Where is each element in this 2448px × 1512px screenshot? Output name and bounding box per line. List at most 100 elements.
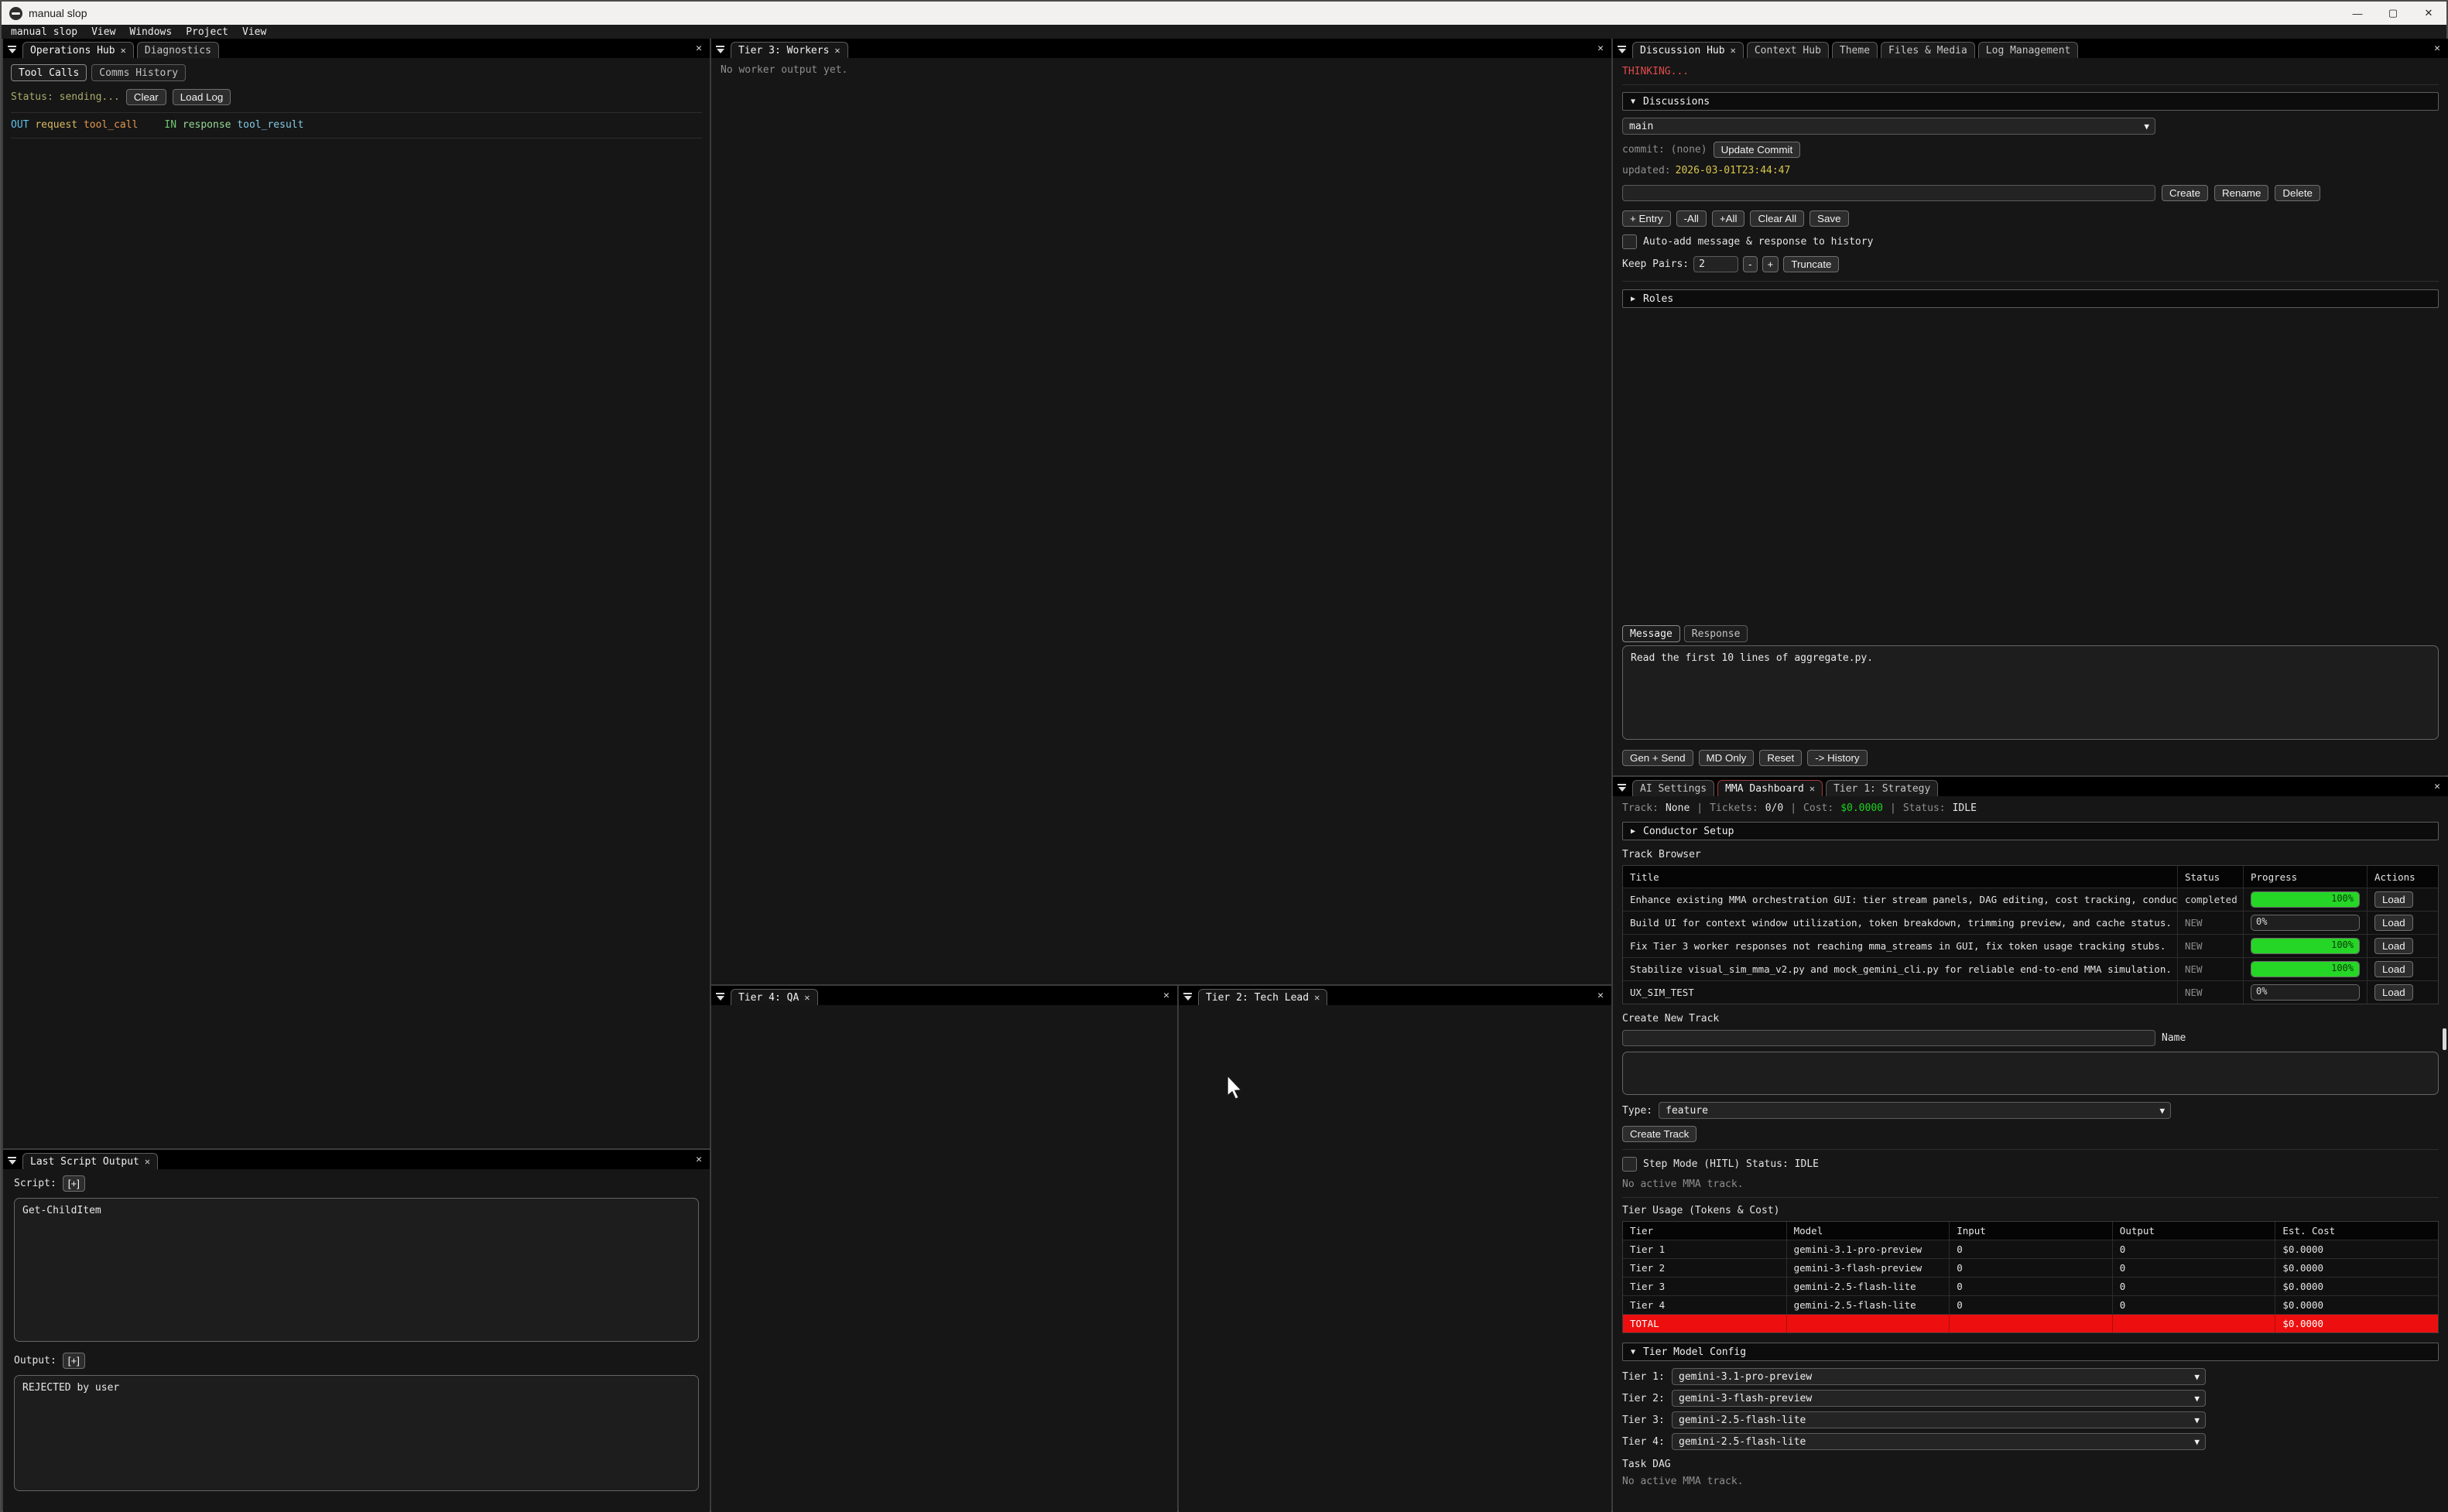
- discussion-name-input[interactable]: [1622, 185, 2155, 201]
- menu-view[interactable]: View: [91, 26, 115, 38]
- dock-menu-icon[interactable]: [716, 46, 724, 53]
- to-history-button[interactable]: -> History: [1807, 750, 1867, 766]
- track-title: Stabilize visual_sim_mma_v2.py and mock_…: [1623, 960, 2177, 978]
- roles-section-header[interactable]: ▶ Roles: [1622, 289, 2439, 308]
- track-description-textarea[interactable]: [1622, 1052, 2439, 1095]
- reset-button[interactable]: Reset: [1759, 750, 1802, 766]
- menu-windows[interactable]: Windows: [129, 26, 172, 38]
- clear-all-button[interactable]: Clear All: [1750, 210, 1804, 227]
- tier-model-config-header[interactable]: ▼ Tier Model Config: [1622, 1343, 2439, 1361]
- dock-menu-icon[interactable]: [8, 46, 16, 53]
- panel-close-icon[interactable]: ✕: [1594, 990, 1607, 1001]
- minimize-button[interactable]: —: [2340, 2, 2375, 25]
- dock-menu-icon[interactable]: [8, 1157, 16, 1165]
- tab-ai-settings[interactable]: AI Settings: [1632, 780, 1714, 796]
- tab-close-icon[interactable]: ✕: [1314, 992, 1320, 1003]
- load-track-button[interactable]: Load: [2374, 915, 2413, 931]
- output-expand-button[interactable]: [+]: [63, 1353, 85, 1369]
- tab-tier4-qa[interactable]: Tier 4: QA ✕: [731, 989, 818, 1005]
- tab-close-icon[interactable]: ✕: [834, 45, 840, 56]
- track-progress: 0%: [2243, 981, 2367, 1004]
- tier-usage-table: Tier Model Input Output Est. Cost Tier 1…: [1622, 1221, 2439, 1333]
- tier1-model-select[interactable]: gemini-3.1-pro-preview ▼: [1672, 1368, 2206, 1385]
- tab-discussion-hub[interactable]: Discussion Hub ✕: [1632, 42, 1744, 58]
- load-track-button[interactable]: Load: [2374, 891, 2413, 908]
- panel-close-icon[interactable]: ✕: [2431, 781, 2443, 792]
- rename-button[interactable]: Rename: [2214, 185, 2268, 201]
- dock-menu-icon[interactable]: [1618, 784, 1626, 792]
- menu-view-2[interactable]: View: [242, 26, 266, 38]
- legend-in: IN: [164, 119, 176, 131]
- update-commit-button[interactable]: Update Commit: [1714, 142, 1801, 158]
- commit-label: commit: (none): [1622, 144, 1707, 156]
- tab-diagnostics[interactable]: Diagnostics: [137, 42, 219, 58]
- track-type-select[interactable]: feature ▼: [1659, 1102, 2171, 1119]
- create-track-button[interactable]: Create Track: [1622, 1126, 1696, 1142]
- clear-button[interactable]: Clear: [126, 89, 166, 105]
- tab-tier1-strategy[interactable]: Tier 1: Strategy: [1826, 780, 1938, 796]
- panel-close-icon[interactable]: ✕: [693, 1154, 705, 1165]
- subtab-tool-calls[interactable]: Tool Calls: [11, 64, 87, 81]
- autoadd-checkbox[interactable]: [1622, 234, 1637, 249]
- dock-menu-icon[interactable]: [1183, 993, 1192, 1001]
- tab-last-script-output[interactable]: Last Script Output ✕: [22, 1153, 158, 1169]
- window-title: manual slop: [29, 7, 87, 19]
- panel-close-icon[interactable]: ✕: [693, 43, 705, 54]
- step-mode-checkbox[interactable]: [1622, 1157, 1637, 1172]
- close-button[interactable]: ✕: [2411, 2, 2446, 25]
- scrollbar-thumb[interactable]: [2443, 1028, 2446, 1050]
- load-track-button[interactable]: Load: [2374, 961, 2413, 977]
- add-entry-button[interactable]: + Entry: [1622, 210, 1671, 227]
- tab-close-icon[interactable]: ✕: [1809, 783, 1815, 794]
- truncate-button[interactable]: Truncate: [1783, 256, 1839, 272]
- track-name-input[interactable]: [1622, 1030, 2155, 1046]
- menu-project[interactable]: Project: [186, 26, 228, 38]
- tab-theme[interactable]: Theme: [1832, 42, 1878, 58]
- expand-all-button[interactable]: +All: [1712, 210, 1745, 227]
- save-button[interactable]: Save: [1809, 210, 1848, 227]
- dock-menu-icon[interactable]: [1618, 46, 1626, 53]
- tab-close-icon[interactable]: ✕: [145, 1156, 150, 1167]
- load-track-button[interactable]: Load: [2374, 938, 2413, 954]
- conductor-setup-header[interactable]: ▶ Conductor Setup: [1622, 822, 2439, 840]
- script-textarea[interactable]: Get-ChildItem: [14, 1198, 699, 1342]
- discussions-section-header[interactable]: ▼ Discussions: [1622, 92, 2439, 111]
- delete-button[interactable]: Delete: [2275, 185, 2320, 201]
- create-button[interactable]: Create: [2162, 185, 2208, 201]
- md-only-button[interactable]: MD Only: [1699, 750, 1755, 766]
- panel-close-icon[interactable]: ✕: [1594, 43, 1607, 54]
- tab-tier3-workers[interactable]: Tier 3: Workers ✕: [731, 42, 848, 58]
- load-log-button[interactable]: Load Log: [173, 89, 231, 105]
- dock-menu-icon[interactable]: [716, 993, 724, 1001]
- tier4-model-select[interactable]: gemini-2.5-flash-lite ▼: [1672, 1433, 2206, 1450]
- tab-mma-dashboard[interactable]: MMA Dashboard ✕: [1717, 780, 1823, 796]
- tab-close-icon[interactable]: ✕: [1731, 45, 1736, 56]
- subtab-comms-history[interactable]: Comms History: [91, 64, 186, 81]
- tab-context-hub[interactable]: Context Hub: [1747, 42, 1829, 58]
- tier3-model-select[interactable]: gemini-2.5-flash-lite ▼: [1672, 1411, 2206, 1428]
- updated-timestamp: 2026-03-01T23:44:47: [1676, 165, 1791, 176]
- script-expand-button[interactable]: [+]: [63, 1175, 85, 1192]
- tab-close-icon[interactable]: ✕: [804, 992, 810, 1003]
- tab-files-media[interactable]: Files & Media: [1881, 42, 1975, 58]
- tab-operations-hub[interactable]: Operations Hub ✕: [22, 42, 134, 58]
- maximize-button[interactable]: ▢: [2375, 2, 2411, 25]
- panel-close-icon[interactable]: ✕: [2431, 43, 2443, 54]
- message-textarea[interactable]: Read the first 10 lines of aggregate.py.: [1622, 645, 2439, 740]
- load-track-button[interactable]: Load: [2374, 984, 2413, 1001]
- increment-button[interactable]: +: [1762, 256, 1779, 272]
- tab-tier2-tech-lead[interactable]: Tier 2: Tech Lead ✕: [1198, 989, 1327, 1005]
- menu-manual-slop[interactable]: manual slop: [11, 26, 77, 38]
- keep-pairs-input[interactable]: [1693, 256, 1738, 272]
- decrement-button[interactable]: -: [1743, 256, 1757, 272]
- tab-close-icon[interactable]: ✕: [121, 45, 126, 56]
- tab-log-management[interactable]: Log Management: [1978, 42, 2079, 58]
- collapse-all-button[interactable]: -All: [1676, 210, 1707, 227]
- output-textarea[interactable]: REJECTED by user: [14, 1375, 699, 1491]
- tier2-model-select[interactable]: gemini-3-flash-preview ▼: [1672, 1390, 2206, 1407]
- response-tab[interactable]: Response: [1684, 625, 1748, 642]
- discussion-select[interactable]: main ▼: [1622, 118, 2155, 135]
- panel-close-icon[interactable]: ✕: [1160, 990, 1173, 1001]
- message-tab[interactable]: Message: [1622, 625, 1680, 642]
- gen-send-button[interactable]: Gen + Send: [1622, 750, 1693, 766]
